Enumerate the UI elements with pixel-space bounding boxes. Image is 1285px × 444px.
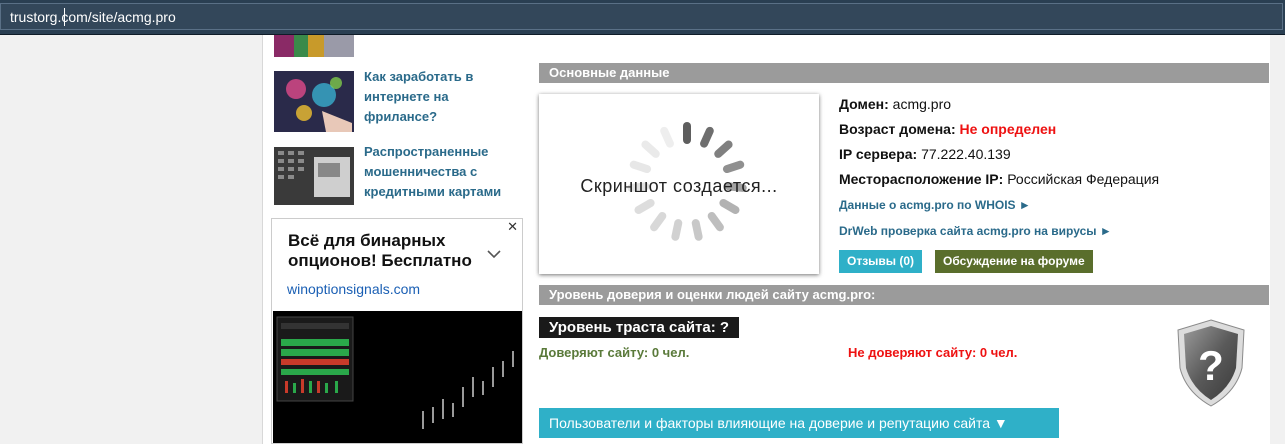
domain-row: Домен: acmg.pro [839,96,951,112]
forum-discussion-button[interactable]: Обсуждение на форуме [935,250,1093,273]
news-link-line[interactable]: фрилансе? [364,107,514,127]
page-left-margin [0,35,262,444]
url-text[interactable]: trustorg.com/site/acmg.pro [10,9,176,25]
drweb-link[interactable]: DrWeb проверка сайта acmg.pro на вирусы … [839,224,1112,238]
news-link-freelance[interactable]: Как заработать в интернете на фрилансе? [364,67,514,127]
text-caret [64,8,65,26]
news-thumbnail-partial[interactable] [274,35,354,57]
news-link-line[interactable]: Распространенные [364,142,514,162]
domain-age-row: Возраст домена: Не определен [839,121,1056,137]
news-link-line[interactable]: кредитными картами [364,182,514,202]
ad-banner[interactable]: ✕ Всё для бинарных опционов! Бесплатно w… [271,218,523,444]
trust-yes-count: Доверяют сайту: 0 чел. [539,345,690,360]
ip-location-label: Месторасположение IP: [839,171,1004,187]
trust-level-badge: Уровень траста сайта: ? [539,317,740,338]
users-factors-toggle-button[interactable]: Пользователи и факторы влияющие на довер… [539,408,1059,438]
address-bar[interactable]: trustorg.com/site/acmg.pro [0,3,1283,30]
trust-no-count: Не доверяют сайту: 0 чел. [848,345,1018,360]
ip-row: IP сервера: 77.222.40.139 [839,146,1011,162]
domain-label: Домен: [839,96,889,112]
ip-value: 77.222.40.139 [921,146,1011,162]
shield-symbol: ? [1198,342,1224,389]
trust-header: Уровень доверия и оценки людей сайту acm… [539,285,1269,305]
ip-label: IP сервера: [839,146,918,162]
whois-link[interactable]: Данные о acmg.pro по WHOIS ► [839,198,1031,212]
domain-age-label: Возраст домена: [839,121,956,137]
news-thumbnail-cards[interactable] [274,147,354,205]
ad-domain-link[interactable]: winoptionsignals.com [287,281,420,297]
chevron-down-icon[interactable] [487,249,501,259]
screenshot-status-text: Скриншот создается... [580,176,778,196]
ip-location-value: Российская Федерация [1007,171,1160,187]
news-link-line[interactable]: интернете на [364,87,514,107]
browser-toolbar: trustorg.com/site/acmg.pro [0,0,1285,35]
ad-close-icon[interactable]: ✕ [507,219,518,235]
ad-title[interactable]: Всё для бинарных опционов! Бесплатно [288,231,488,271]
domain-age-value: Не определен [959,121,1057,137]
ip-location-row: Месторасположение IP: Российская Федерац… [839,171,1159,187]
reviews-button[interactable]: Отзывы (0) [839,250,923,273]
ad-title-line[interactable]: опционов! Бесплатно [288,251,488,271]
news-link-line[interactable]: мошенничества с [364,162,514,182]
ad-title-line[interactable]: Всё для бинарных [288,231,488,251]
news-link-line[interactable]: Как заработать в [364,67,514,87]
news-link-card-fraud[interactable]: Распространенные мошенничества с кредитн… [364,142,514,202]
news-thumbnail-freelance[interactable] [274,71,354,132]
trust-shield-icon: ? [1177,319,1245,407]
domain-value: acmg.pro [892,96,952,112]
ad-chart-image[interactable] [273,311,522,443]
basic-data-header: Основные данные [539,63,1269,83]
page-right-margin [1270,35,1285,444]
site-screenshot-placeholder: Скриншот создается... [539,94,819,274]
